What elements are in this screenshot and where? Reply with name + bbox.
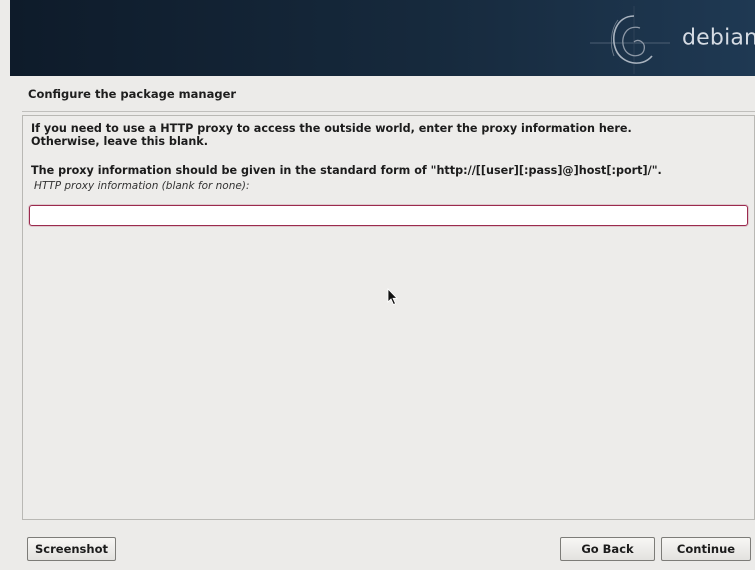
brand-name: debian (682, 25, 755, 51)
debian-swirl-icon (590, 6, 670, 74)
title-divider (22, 111, 755, 112)
continue-button[interactable]: Continue (661, 537, 751, 561)
page-title: Configure the package manager (28, 87, 237, 101)
screenshot-button[interactable]: Screenshot (27, 537, 116, 561)
go-back-button[interactable]: Go Back (560, 537, 655, 561)
proxy-input[interactable] (29, 205, 748, 226)
debian-banner: debian8 (10, 0, 755, 76)
mouse-pointer-icon (387, 288, 398, 306)
description-line-2: Otherwise, leave this blank. (31, 135, 208, 148)
proxy-field-label: HTTP proxy information (blank for none): (34, 180, 250, 192)
description-line-3: The proxy information should be given in… (31, 164, 662, 177)
debian-wordmark: debian8 (682, 24, 755, 50)
description-line-1: If you need to use a HTTP proxy to acces… (31, 122, 632, 135)
